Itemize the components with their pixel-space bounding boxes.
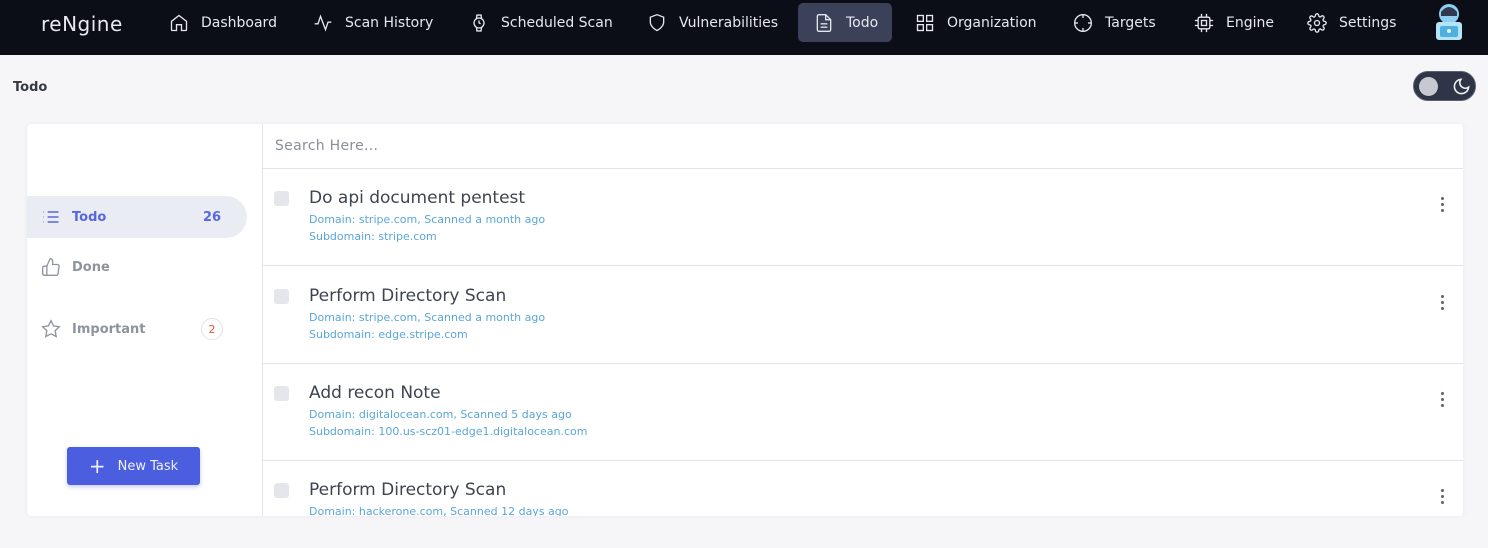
task-checkbox[interactable] <box>274 483 289 498</box>
nav-targets-label: Targets <box>1105 14 1156 31</box>
nav-dashboard-label: Dashboard <box>201 14 277 31</box>
top-navbar: reNgine Dashboard Scan History Scheduled… <box>0 0 1488 55</box>
task-checkbox[interactable] <box>274 386 289 401</box>
nav-engine[interactable]: Engine <box>1194 3 1274 42</box>
sidebar-item-label: Done <box>72 259 110 275</box>
task-domain-meta: Domain: digitalocean.com, Scanned 5 days… <box>309 408 572 421</box>
nav-vulnerabilities[interactable]: Vulnerabilities <box>647 3 778 42</box>
sidebar-item-todo[interactable]: Todo 26 <box>27 196 247 238</box>
nav-organization[interactable]: Organization <box>915 3 1037 42</box>
theme-toggle[interactable] <box>1413 71 1476 101</box>
page-title: Todo <box>13 80 48 95</box>
nav-todo-label: Todo <box>846 14 879 31</box>
task-title: Perform Directory Scan <box>309 480 507 500</box>
task-subdomain: Subdomain: stripe.com <box>309 230 437 243</box>
task-domain-meta: Domain: stripe.com, Scanned a month ago <box>309 311 546 324</box>
shield-icon <box>649 13 665 31</box>
todo-card: Todo 26 Done Important 2 + New Task Do a… <box>27 124 1463 516</box>
task-domain-meta: Domain: hackerone.com, Scanned 12 days a… <box>309 505 569 516</box>
brand-logo[interactable]: reNgine <box>41 12 123 36</box>
task-item[interactable]: Perform Directory Scan Domain: hackerone… <box>263 461 1463 516</box>
todo-sidebar: Todo 26 Done Important 2 + New Task <box>27 124 263 516</box>
gear-icon <box>1307 12 1327 33</box>
home-icon <box>170 14 188 31</box>
sidebar-item-done[interactable]: Done <box>27 246 247 288</box>
plus-icon: + <box>88 454 106 478</box>
list-icon <box>43 211 59 223</box>
todo-count: 26 <box>203 209 222 225</box>
sidebar-item-important[interactable]: Important 2 <box>27 308 247 350</box>
search-input[interactable] <box>263 124 1463 168</box>
nav-scheduled-scan[interactable]: Scheduled Scan <box>469 3 613 42</box>
file-text-icon <box>816 13 832 32</box>
watch-icon <box>473 13 485 32</box>
star-icon <box>41 319 61 338</box>
task-subdomain: Subdomain: edge.stripe.com <box>309 328 468 341</box>
grid-icon <box>916 14 934 31</box>
search-bar <box>263 124 1463 169</box>
nav-settings-label: Settings <box>1339 14 1397 31</box>
todo-content: Do api document pentest Domain: stripe.c… <box>263 124 1463 516</box>
sidebar-item-label: Important <box>72 321 146 337</box>
more-vertical-icon[interactable] <box>1431 193 1453 215</box>
nav-organization-label: Organization <box>947 14 1037 31</box>
task-subdomain: Subdomain: 100.us-scz01-edge1.digitaloce… <box>309 425 588 438</box>
task-domain-meta: Domain: stripe.com, Scanned a month ago <box>309 213 546 226</box>
sidebar-item-label: Todo <box>72 209 107 225</box>
nav-targets[interactable]: Targets <box>1073 3 1156 42</box>
task-checkbox[interactable] <box>274 289 289 304</box>
moon-icon <box>1453 78 1470 95</box>
more-vertical-icon[interactable] <box>1431 485 1453 507</box>
nav-scan-history[interactable]: Scan History <box>313 3 433 42</box>
toggle-knob <box>1419 77 1438 96</box>
thumbs-up-icon <box>42 257 60 276</box>
nav-todo[interactable]: Todo <box>798 3 893 42</box>
task-title: Do api document pentest <box>309 188 526 208</box>
task-title: Perform Directory Scan <box>309 286 507 306</box>
nav-dashboard[interactable]: Dashboard <box>169 3 277 42</box>
new-task-label: New Task <box>117 458 179 474</box>
task-item[interactable]: Perform Directory Scan Domain: stripe.co… <box>263 267 1463 364</box>
more-vertical-icon[interactable] <box>1431 291 1453 313</box>
more-vertical-icon[interactable] <box>1431 388 1453 410</box>
new-task-button[interactable]: + New Task <box>67 447 200 485</box>
task-item[interactable]: Add recon Note Domain: digitalocean.com,… <box>263 364 1463 461</box>
nav-engine-label: Engine <box>1226 14 1274 31</box>
task-item[interactable]: Do api document pentest Domain: stripe.c… <box>263 169 1463 266</box>
task-checkbox[interactable] <box>274 191 289 206</box>
nav-scan-history-label: Scan History <box>345 14 434 31</box>
user-avatar[interactable] <box>1432 2 1466 42</box>
task-title: Add recon Note <box>309 383 441 403</box>
important-count-badge: 2 <box>201 318 223 340</box>
activity-icon <box>314 13 332 32</box>
nav-settings[interactable]: Settings <box>1307 3 1396 42</box>
nav-scheduled-scan-label: Scheduled Scan <box>501 14 613 31</box>
crosshair-icon <box>1074 13 1092 32</box>
cpu-icon <box>1194 13 1214 32</box>
nav-vulnerabilities-label: Vulnerabilities <box>679 14 779 31</box>
